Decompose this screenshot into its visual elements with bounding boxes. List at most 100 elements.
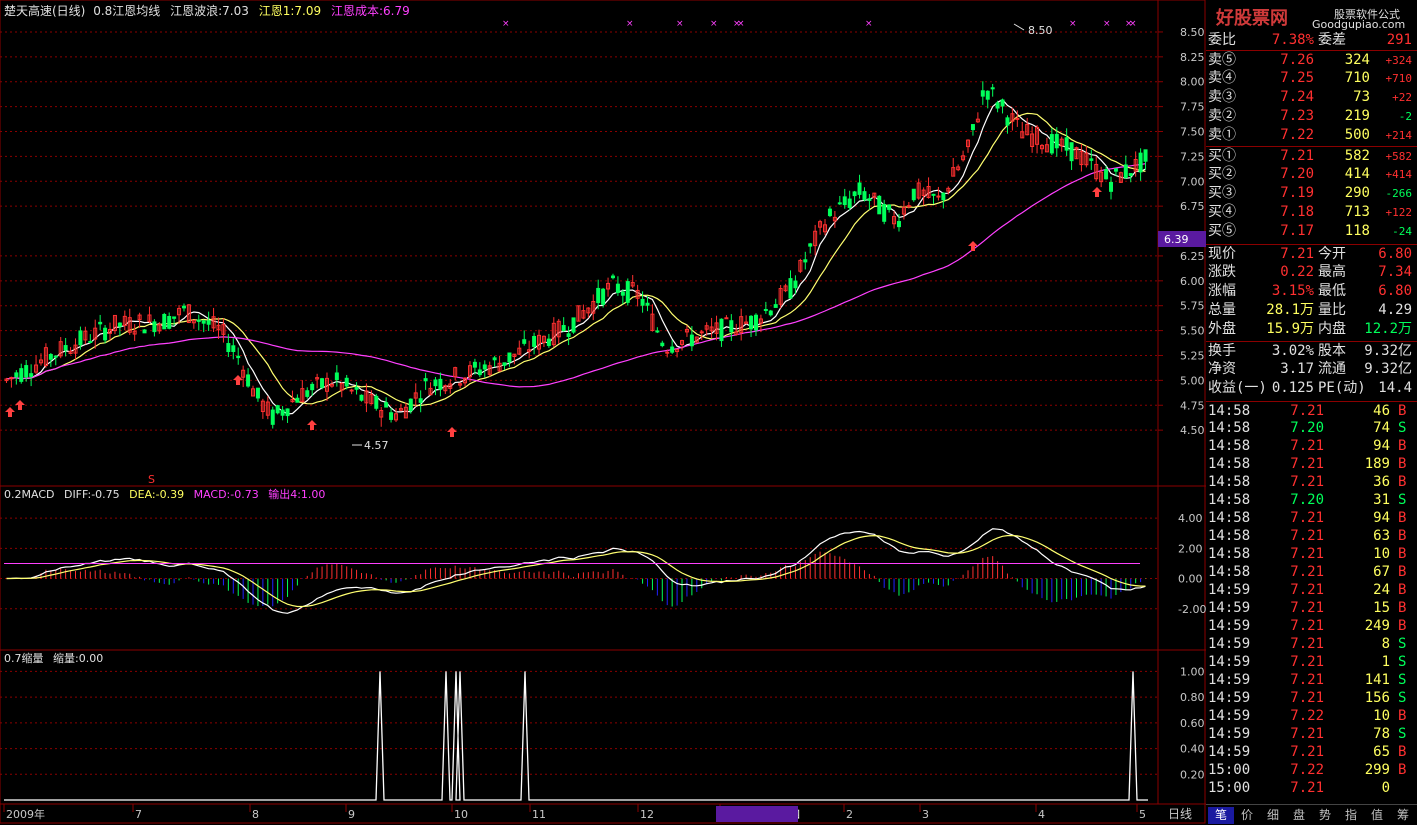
tick-price: 7.20 [1290,420,1324,436]
stat-label: 最高 [1318,264,1346,280]
candle-body [990,87,995,90]
candle-body [857,182,862,195]
ma-short-line [6,98,1146,415]
signal-x-mark: × [502,19,510,29]
signal-x-mark: × [737,19,745,29]
candle-body [472,361,477,368]
candle-body [941,192,946,201]
candle-body [152,321,157,333]
candle-body [1049,134,1054,154]
candle-body [270,409,275,425]
date-tick-label: 2 [846,808,853,821]
ma-cost-line [6,163,1146,388]
macd-tick-label: -2.00 [1178,603,1206,616]
candle-body [877,195,882,215]
candle-body [305,390,310,397]
tick-time: 14:59 [1208,654,1251,670]
tab-6[interactable]: 值 [1364,807,1390,824]
tick-row: 14:58 7.21 189 B [1206,455,1417,474]
tick-price: 7.21 [1290,600,1324,616]
kline-chart-area[interactable]: × × × × ×× × × × ×× 8.508.258.007.757.507.257.00… [0,0,1206,824]
fund-row: 净资 3.17 流通 9.32亿 [1206,360,1417,379]
candle-body [408,398,413,412]
tick-time: 15:00 [1208,780,1251,796]
candle-body [255,387,260,399]
tick-volume: 74 [1373,420,1390,436]
tick-row: 14:59 7.21 249 B [1206,617,1417,636]
vol-tick-label: 0.60 [1180,717,1205,730]
candle-body [763,308,768,311]
chart-title-ind4: 江恩成本:6.79 [331,4,410,18]
tick-time: 15:00 [1208,762,1251,778]
candle-body [601,288,606,305]
candle-body [768,310,773,316]
fund-label: 股本 [1318,343,1346,359]
date-tick-label: 10 [454,808,468,821]
candle-body [142,329,147,334]
date-tick-label: 3 [922,808,929,821]
period-tab: 日线 [1168,807,1192,821]
ask-change: -2 [1398,110,1412,123]
bid-change: +414 [1385,168,1413,181]
macd-out-label: 输出4:1.00 [268,487,325,501]
tick-row: 14:59 7.21 8 S [1206,635,1417,654]
tick-row: 14:59 7.21 156 S [1206,689,1417,708]
stat-value: 6.80 [1378,246,1412,262]
tick-price: 7.21 [1290,744,1324,760]
candle-body [1069,142,1074,162]
signal-x-mark: × [1103,19,1111,29]
tab-2[interactable]: 细 [1260,807,1286,824]
stat-row: 总量 28.1万 量比 4.29 [1206,301,1417,320]
tick-volume: 156 [1364,690,1390,706]
signal-x-mark: × [676,19,684,29]
cursor-date-box [716,806,798,822]
stat-label: 今开 [1318,246,1346,262]
tick-time: 14:58 [1208,420,1251,436]
brand-logo: 好股票网 股票软件公式 Goodgupiao.com [1216,4,1416,34]
tick-volume: 78 [1373,726,1390,742]
candle-body [561,325,566,332]
candle-body [729,320,734,333]
price-tick-label: 8.25 [1180,51,1205,64]
candle-body [167,315,172,329]
stat-label: 内盘 [1318,321,1346,337]
tab-5[interactable]: 指 [1338,807,1364,824]
tick-price: 7.21 [1290,564,1324,580]
weibi-value: 7.38% [1271,32,1314,48]
bid-row: 买② 7.20 414 +414 [1206,165,1417,184]
candle-body [24,365,29,378]
stat-value: 28.1万 [1266,302,1314,318]
bid-change: -266 [1385,187,1413,200]
tick-side: S [1398,420,1407,436]
tick-price: 7.21 [1290,510,1324,526]
tab-4[interactable]: 势 [1312,807,1338,824]
buy-arrow-icon [15,400,25,410]
tab-1[interactable]: 价 [1234,807,1260,824]
ask-change: +324 [1385,54,1413,67]
tick-row: 14:59 7.21 1 S [1206,653,1417,672]
tick-row: 14:58 7.20 74 S [1206,419,1417,438]
stat-label: 总量 [1208,302,1236,318]
tick-price: 7.21 [1290,672,1324,688]
fund-value: 9.32亿 [1364,361,1412,377]
tick-side: B [1398,600,1407,616]
fund-label: 净资 [1208,361,1236,377]
tick-row: 15:00 7.22 299 B [1206,761,1417,780]
tick-price: 7.21 [1290,582,1324,598]
candle-body [970,124,975,131]
price-tick-label: 4.50 [1180,424,1205,437]
tick-time: 14:59 [1208,636,1251,652]
tab-7[interactable]: 筹 [1390,807,1416,824]
fund-value: 3.02% [1271,343,1314,359]
tab-3[interactable]: 盘 [1286,807,1312,824]
tick-price: 7.21 [1290,690,1324,706]
candle-body [48,354,53,360]
candle-body [78,330,83,346]
stat-row: 现价 7.21 今开 6.80 [1206,244,1417,264]
tick-row: 14:58 7.21 67 B [1206,563,1417,582]
tab-0[interactable]: 笔 [1208,807,1234,824]
candle-body [867,198,872,201]
bid-label: 买③ [1208,185,1236,201]
fund-value: 9.32亿 [1364,343,1412,359]
candle-body [1113,168,1118,172]
